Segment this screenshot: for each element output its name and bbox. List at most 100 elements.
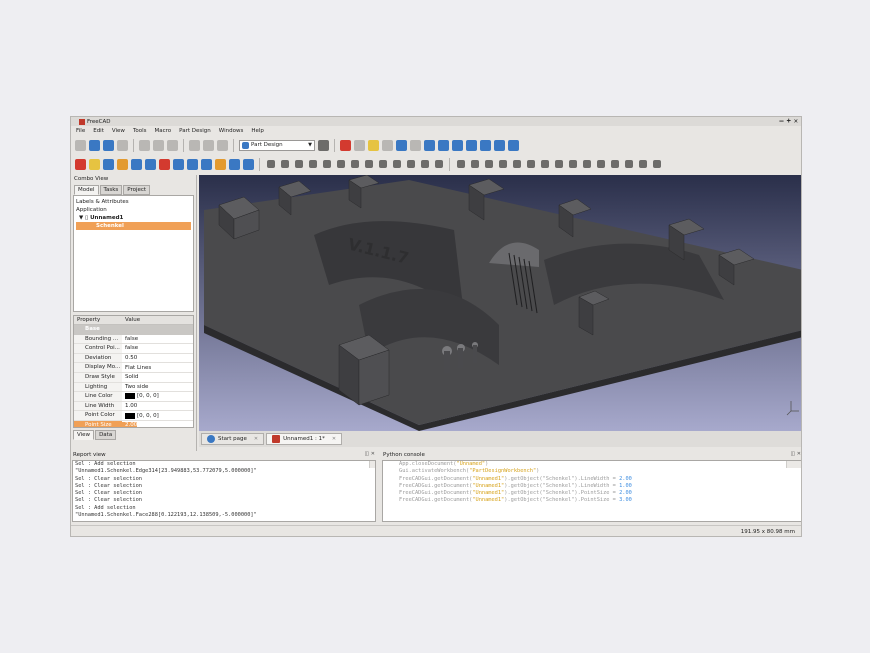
3d-viewport[interactable]: V.1.1.7: [199, 175, 802, 431]
chamfer-icon[interactable]: [159, 158, 170, 170]
property-row[interactable]: Lighting Two side: [74, 382, 193, 393]
save-icon[interactable]: [103, 139, 114, 151]
print-icon[interactable]: [117, 139, 128, 151]
tangent-icon[interactable]: [540, 160, 549, 168]
menu-windows[interactable]: Windows: [219, 128, 244, 134]
symmetric-icon[interactable]: [568, 160, 577, 168]
length-icon[interactable]: [624, 160, 633, 168]
stop-macro-icon[interactable]: [354, 139, 365, 151]
tab-model[interactable]: Model: [74, 185, 99, 195]
groove-icon[interactable]: [131, 158, 142, 170]
tab-view[interactable]: View: [73, 430, 95, 440]
property-value[interactable]: 2.00: [122, 422, 138, 427]
horizontal-icon[interactable]: [498, 160, 507, 168]
tree-item-schenkel[interactable]: Schenkel: [76, 222, 191, 230]
menu-tools[interactable]: Tools: [133, 128, 147, 134]
radius-icon[interactable]: [638, 160, 647, 168]
open-file-icon[interactable]: [89, 139, 100, 151]
property-row[interactable]: Point Color [0, 0, 0]: [74, 411, 193, 421]
close-tab-icon[interactable]: ✕: [332, 436, 336, 442]
property-value[interactable]: [0, 0, 0]: [122, 412, 159, 419]
menu-macro[interactable]: Macro: [155, 128, 172, 134]
ellipse-icon[interactable]: [322, 160, 331, 168]
new-file-icon[interactable]: [75, 139, 86, 151]
rear-view-icon[interactable]: [466, 139, 477, 151]
property-value[interactable]: [0, 0, 0]: [122, 393, 159, 400]
slot-icon[interactable]: [378, 160, 387, 168]
menu-view[interactable]: View: [112, 128, 125, 134]
whats-this-icon[interactable]: [318, 139, 329, 151]
rectangle-icon[interactable]: [350, 160, 359, 168]
property-value[interactable]: 1.00: [122, 403, 137, 409]
refresh-icon[interactable]: [217, 139, 228, 151]
multi-transform-icon[interactable]: [243, 158, 254, 170]
report-scrollbar[interactable]: [369, 461, 375, 469]
scale-icon[interactable]: [229, 158, 240, 170]
panel-float-close-icon[interactable]: ◫ ✕: [364, 451, 375, 457]
pocket-icon[interactable]: [103, 158, 114, 170]
arc-icon[interactable]: [294, 160, 303, 168]
mirror-icon[interactable]: [187, 158, 198, 170]
line-icon[interactable]: [280, 160, 289, 168]
property-row[interactable]: Display Mo... Flat Lines: [74, 363, 193, 373]
tab-unnamed1[interactable]: Unnamed1 : 1* ✕: [266, 433, 343, 445]
horizontal-distance-icon[interactable]: [596, 160, 605, 168]
fillet-sketch-icon[interactable]: [392, 160, 401, 168]
vertical-distance-icon[interactable]: [610, 160, 619, 168]
menu-edit[interactable]: Edit: [93, 128, 104, 134]
property-row[interactable]: Draw Style Solid: [74, 372, 193, 383]
minimize-button[interactable]: –: [779, 117, 783, 125]
menu-file[interactable]: File: [76, 128, 85, 134]
python-console-output[interactable]: App.closeDocument("Unnamed") Gui.activate…: [382, 460, 801, 522]
front-view-icon[interactable]: [424, 139, 435, 151]
property-row[interactable]: Point Size 2.00: [74, 420, 193, 427]
undo-icon[interactable]: [189, 139, 200, 151]
tab-data[interactable]: Data: [95, 430, 117, 440]
tab-start-page[interactable]: Start page ✕: [201, 433, 265, 445]
fit-all-icon[interactable]: [396, 139, 407, 151]
vertical-icon[interactable]: [484, 160, 493, 168]
property-value[interactable]: 0.50: [122, 355, 137, 361]
fillet-icon[interactable]: [145, 158, 156, 170]
property-row[interactable]: Deviation 0.50: [74, 353, 193, 364]
property-row[interactable]: Line Width 1.00: [74, 401, 193, 412]
right-view-icon[interactable]: [452, 139, 463, 151]
point-on-object-icon[interactable]: [470, 160, 479, 168]
tab-project[interactable]: Project: [123, 185, 151, 195]
maximize-button[interactable]: +: [787, 117, 791, 125]
paste-icon[interactable]: [167, 139, 178, 151]
property-value[interactable]: false: [122, 345, 138, 351]
close-button[interactable]: ✕: [794, 117, 798, 125]
tree-item-document[interactable]: ▼ ▯ Unnamed1: [76, 214, 191, 222]
3d-scene[interactable]: V.1.1.7: [199, 175, 802, 431]
close-tab-icon[interactable]: ✕: [254, 436, 258, 442]
draft-icon[interactable]: [173, 158, 184, 170]
record-macro-icon[interactable]: [340, 139, 351, 151]
property-value[interactable]: Two side: [122, 384, 148, 390]
property-row[interactable]: Line Color [0, 0, 0]: [74, 392, 193, 402]
external-icon[interactable]: [420, 160, 429, 168]
top-view-icon[interactable]: [438, 139, 449, 151]
tree-root-application[interactable]: Application: [76, 206, 191, 214]
panel-float-close-icon[interactable]: ◫ ✕: [790, 451, 801, 457]
revolve-icon[interactable]: [117, 158, 128, 170]
axonometric-icon[interactable]: [410, 139, 421, 151]
construction-icon[interactable]: [434, 160, 443, 168]
property-row[interactable]: Control Poi... false: [74, 344, 193, 354]
property-value[interactable]: Solid: [122, 374, 138, 380]
left-view-icon[interactable]: [494, 139, 505, 151]
edit-macro-icon[interactable]: [368, 139, 379, 151]
menu-help[interactable]: Help: [251, 128, 264, 134]
run-macro-icon[interactable]: [382, 139, 393, 151]
bottom-view-icon[interactable]: [480, 139, 491, 151]
pad-icon[interactable]: [89, 158, 100, 170]
property-value[interactable]: false: [122, 336, 138, 342]
property-value[interactable]: Flat Lines: [122, 365, 151, 371]
measure-icon[interactable]: [508, 139, 519, 151]
tab-tasks[interactable]: Tasks: [99, 185, 123, 195]
parallel-icon[interactable]: [512, 160, 521, 168]
workbench-selector[interactable]: Part Design ▼: [239, 139, 315, 151]
property-row[interactable]: Bounding ... false: [74, 334, 193, 345]
polyline-icon[interactable]: [336, 160, 345, 168]
coincident-icon[interactable]: [456, 160, 465, 168]
